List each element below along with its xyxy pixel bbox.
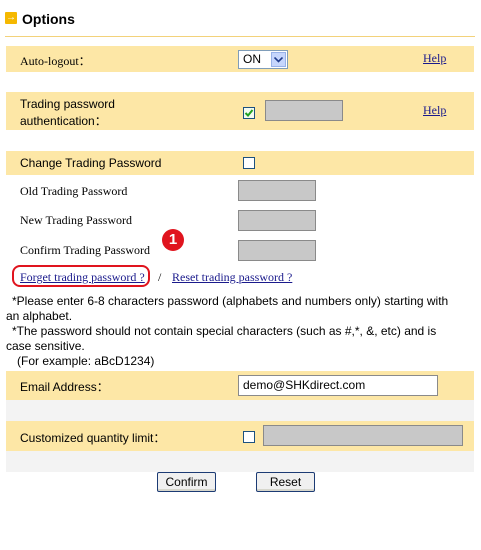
auto-logout-select[interactable]: ON [238,50,288,69]
auto-logout-help-link[interactable]: Help [423,51,446,66]
note-line1: *Please enter 6-8 characters password (a… [12,294,449,308]
qty-limit-input[interactable] [263,425,463,446]
confirm-pw-input[interactable] [238,240,316,261]
auto-logout-value: ON [243,52,261,66]
auto-logout-label: Auto-logout： [20,54,91,68]
trading-pw-auth-input[interactable] [265,100,343,121]
note-line3: *The password should not contain special… [12,324,437,338]
qty-limit-row-spacer [6,451,474,472]
link-separator: / [158,270,162,284]
note-line5: (For example: aBcD1234) [17,354,155,368]
note-line2: an alphabet. [6,309,73,323]
forget-pw-link[interactable]: Forget trading password ? [20,270,145,285]
trading-pw-auth-label-line2: authentication： [20,114,107,128]
reset-button[interactable]: Reset [256,472,315,492]
qty-limit-label: Customized quantity limit： [20,431,166,445]
new-pw-label: New Trading Password [20,213,133,227]
trading-pw-auth-label-line1: Trading password [20,97,115,111]
qty-limit-checkbox[interactable] [243,431,255,443]
trading-pw-auth-checkbox[interactable] [243,107,255,119]
email-label: Email Address： [20,380,109,394]
change-pw-checkbox[interactable] [243,157,255,169]
note-line4: case sensitive. [6,339,85,353]
page-title: Options [22,11,75,27]
confirm-button[interactable]: Confirm [157,472,216,492]
new-pw-input[interactable] [238,210,316,231]
old-pw-input[interactable] [238,180,316,201]
title-divider [5,36,475,37]
step-number-badge: 1 [162,229,184,251]
confirm-pw-label: Confirm Trading Password [20,243,151,257]
trading-pw-auth-help-link[interactable]: Help [423,103,446,118]
email-field[interactable]: demo@SHKdirect.com [238,375,438,396]
change-pw-label: Change Trading Password [20,156,162,170]
arrow-right-icon: → [5,12,17,24]
old-pw-label: Old Trading Password [20,184,128,198]
reset-pw-link[interactable]: Reset trading password ? [172,270,292,285]
checkmark-icon [244,109,254,117]
chevron-down-icon[interactable] [271,52,286,67]
email-row-spacer [6,400,474,421]
